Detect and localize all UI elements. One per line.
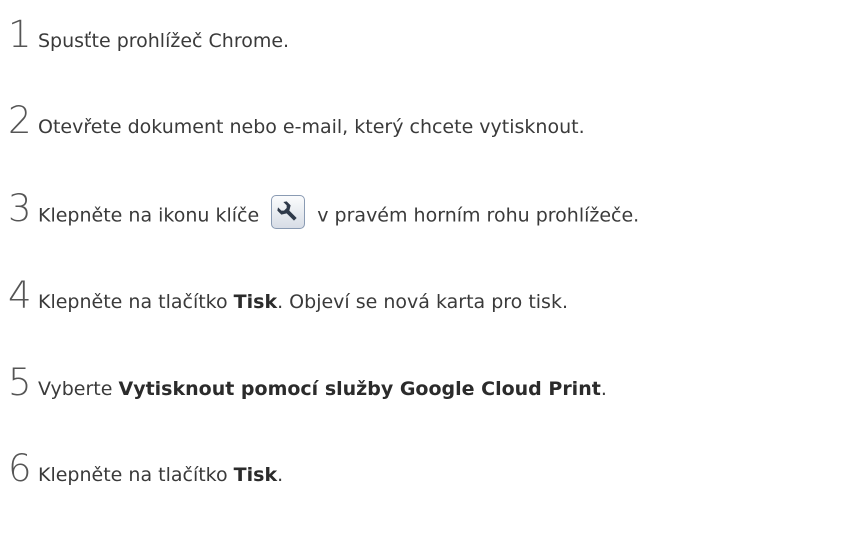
- step-number: 5: [8, 361, 32, 404]
- step-text-before: Vyberte: [38, 378, 119, 400]
- step-number: 4: [8, 274, 32, 317]
- step-text-after: .: [277, 464, 284, 486]
- step-text-before: Klepněte na tlačítko: [38, 291, 234, 313]
- step-text: Klepněte na tlačítko Tisk. Objeví se nov…: [38, 293, 568, 312]
- step-3: 3 Klepněte na ikonu klíče v pravém horní…: [8, 190, 639, 233]
- step-text-after: .: [600, 378, 607, 400]
- wrench-icon-glyph: [277, 200, 297, 221]
- step-1: 1 Spusťte prohlížeč Chrome.: [8, 16, 289, 53]
- step-text: Klepněte na tlačítko Tisk.: [38, 466, 283, 485]
- step-text-before: Klepněte na tlačítko: [38, 464, 234, 486]
- step-2: 2 Otevřete dokument nebo e-mail, který c…: [8, 102, 585, 139]
- step-text: Klepněte na ikonu klíče v pravém horním …: [38, 194, 640, 233]
- step-text-after: . Objeví se nová karta pro tisk.: [277, 291, 568, 313]
- step-5: 5 Vyberte Vytisknout pomocí služby Googl…: [8, 364, 607, 401]
- wrench-icon: [271, 194, 306, 229]
- step-4: 4 Klepněte na tlačítko Tisk. Objeví se n…: [8, 277, 568, 314]
- step-number: 6: [8, 447, 32, 490]
- step-text: Spusťte prohlížeč Chrome.: [38, 30, 290, 52]
- step-text-bold: Vytisknout pomocí služby Google Cloud Pr…: [118, 378, 601, 400]
- step-text-after: v pravém horním rohu prohlížeče.: [317, 204, 640, 226]
- step-text-bold: Tisk: [233, 464, 278, 486]
- step-number: 1: [8, 13, 32, 56]
- step-number: 2: [8, 99, 32, 142]
- step-number: 3: [8, 187, 32, 230]
- step-text-before: Klepněte na ikonu klíče: [38, 204, 260, 226]
- step-text-bold: Tisk: [233, 291, 278, 313]
- step-text: Vyberte Vytisknout pomocí služby Google …: [38, 380, 607, 399]
- step-text: Otevřete dokument nebo e-mail, který chc…: [38, 116, 585, 138]
- step-6: 6 Klepněte na tlačítko Tisk.: [8, 450, 283, 487]
